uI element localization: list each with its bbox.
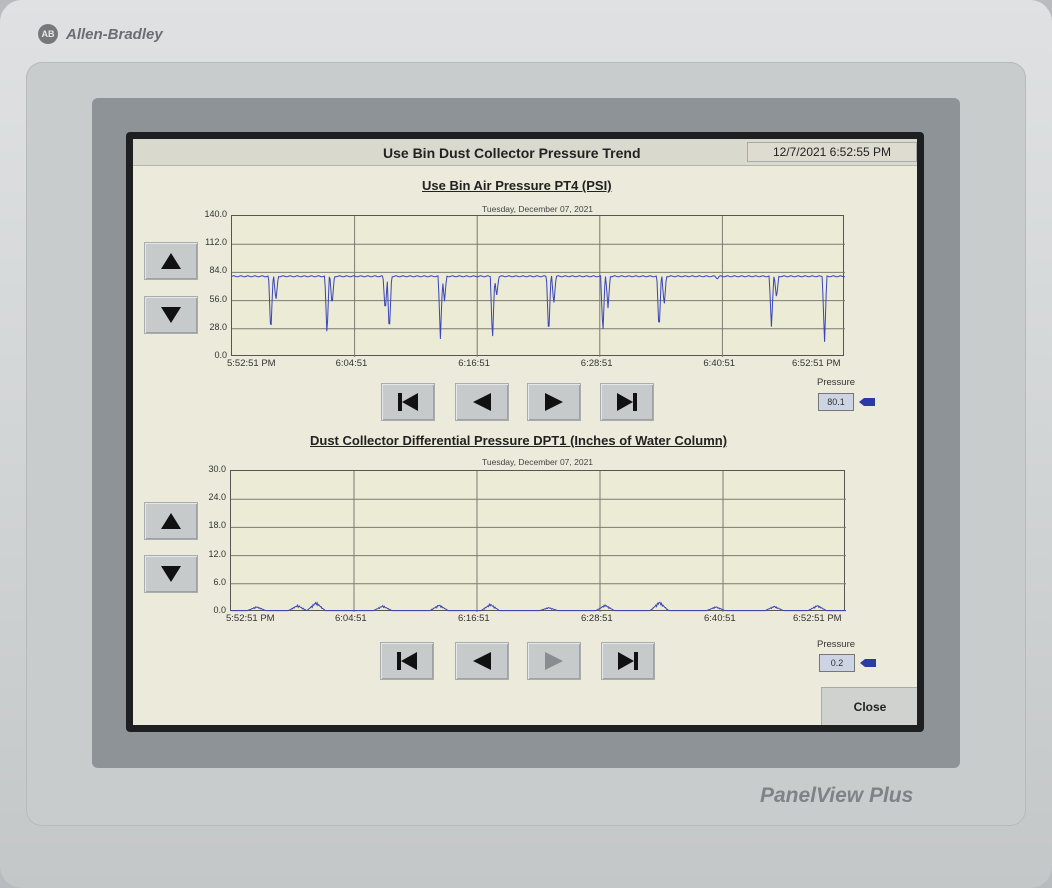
- allen-bradley-logo-icon: AB: [38, 24, 58, 44]
- arrow-left-icon: [473, 652, 491, 670]
- top-page-back-button[interactable]: [455, 383, 509, 421]
- hmi-bezel: AB Allen-Bradley PanelView Plus Use Bin …: [0, 0, 1052, 888]
- x-tick-label: 6:28:51: [581, 613, 613, 624]
- top-jump-end-button[interactable]: [600, 383, 654, 421]
- x-tick-label: 6:40:51: [703, 358, 736, 369]
- top-pressure-label: Pressure: [817, 377, 856, 388]
- arrow-down-icon: [161, 566, 181, 582]
- skip-end-icon: [617, 393, 637, 411]
- skip-start-icon: [398, 393, 418, 411]
- x-tick-label: 6:04:51: [335, 358, 368, 369]
- x-tick-label: 6:28:51: [580, 358, 613, 369]
- x-tick-label: 6:16:51: [458, 613, 490, 624]
- top-scroll-down-button[interactable]: [144, 296, 198, 334]
- bottom-pressure-value: 0.2: [819, 654, 855, 672]
- y-tick-label: 30.0: [208, 464, 226, 474]
- x-tick-label: 5:52:51 PM: [227, 358, 276, 369]
- top-chart-title: Use Bin Air Pressure PT4 (PSI): [422, 178, 612, 193]
- bottom-page-forward-button[interactable]: [527, 642, 581, 680]
- arrow-right-icon: [545, 652, 563, 670]
- x-tick-label: 5:52:51 PM: [226, 613, 275, 624]
- top-chart-plot[interactable]: [231, 215, 845, 357]
- x-tick-label: 6:16:51: [458, 358, 490, 369]
- trend-line: [232, 275, 845, 342]
- bottom-chart-svg: [231, 471, 846, 612]
- screen-title: Use Bin Dust Collector Pressure Trend: [383, 145, 641, 161]
- bottom-scroll-up-button[interactable]: [144, 502, 198, 540]
- y-tick-label: 24.0: [208, 492, 226, 503]
- brand-name: Allen-Bradley: [66, 25, 163, 43]
- top-page-forward-button[interactable]: [527, 383, 581, 421]
- top-scroll-up-button[interactable]: [144, 242, 198, 280]
- x-tick-label: 6:04:51: [335, 613, 367, 624]
- top-jump-start-button[interactable]: [381, 383, 435, 421]
- x-tick-label: 6:52:51 PM: [792, 358, 841, 369]
- bottom-pressure-label: Pressure: [817, 639, 856, 650]
- top-chart-subtitle: Tuesday, December 07, 2021: [482, 204, 594, 214]
- hmi-screen: Use Bin Dust Collector Pressure Trend 12…: [133, 139, 917, 725]
- bottom-chart-plot[interactable]: [230, 470, 846, 612]
- trend-line: [231, 601, 846, 612]
- x-tick-label: 6:40:51: [704, 613, 736, 624]
- y-tick-label: 140.0: [204, 209, 227, 219]
- bottom-chart-subtitle: Tuesday, December 07, 2021: [482, 457, 594, 467]
- skip-end-icon: [618, 652, 638, 670]
- y-tick-label: 0.0: [214, 350, 227, 360]
- arrow-right-icon: [545, 393, 563, 411]
- bottom-jump-start-button[interactable]: [380, 642, 434, 680]
- title-bar: Use Bin Dust Collector Pressure Trend 12…: [133, 139, 917, 166]
- x-tick-label: 6:52:51 PM: [793, 613, 842, 624]
- skip-start-icon: [397, 652, 417, 670]
- arrow-down-icon: [161, 307, 181, 323]
- top-pressure-pointer-icon: [859, 398, 875, 406]
- top-pressure-value: 80.1: [818, 393, 854, 411]
- top-chart-svg: [232, 216, 845, 357]
- model-name: PanelView Plus: [760, 784, 914, 807]
- arrow-up-icon: [161, 253, 181, 269]
- bottom-chart-title: Dust Collector Differential Pressure DPT…: [310, 433, 728, 448]
- close-button[interactable]: Close: [821, 687, 917, 725]
- bottom-jump-end-button[interactable]: [601, 642, 655, 680]
- datetime-display: 12/7/2021 6:52:55 PM: [747, 142, 917, 162]
- bottom-pressure-pointer-icon: [860, 659, 876, 667]
- arrow-up-icon: [161, 513, 181, 529]
- y-tick-label: 0.0: [213, 605, 226, 615]
- arrow-left-icon: [473, 393, 491, 411]
- bottom-scroll-down-button[interactable]: [144, 555, 198, 593]
- bottom-page-back-button[interactable]: [455, 642, 509, 680]
- brand: AB Allen-Bradley: [38, 24, 163, 44]
